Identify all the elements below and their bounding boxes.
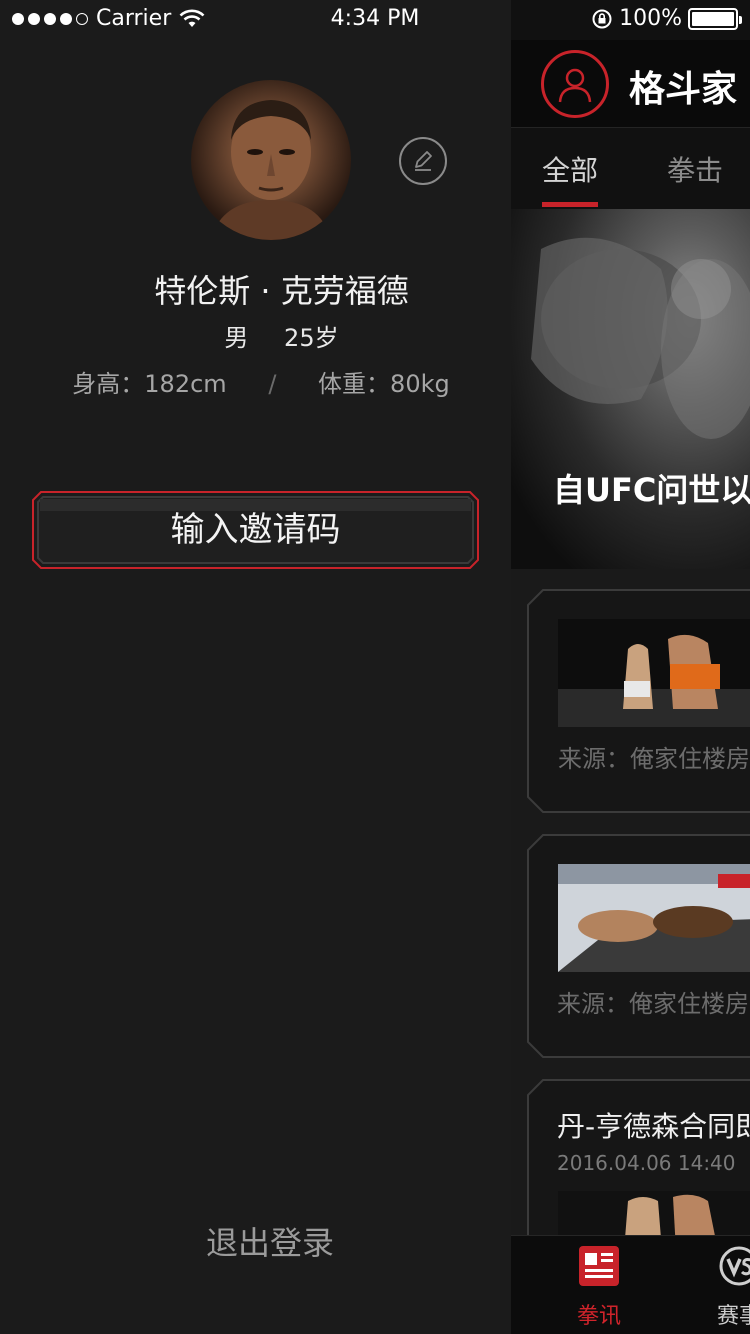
news-thumbnail — [558, 619, 750, 727]
bottom-tab-events[interactable]: 赛事 — [711, 1244, 750, 1330]
bottom-tab-news-label: 拳讯 — [576, 1304, 621, 1329]
measures-separator: / — [268, 370, 277, 398]
news-card[interactable]: 来源：俺家住楼房 — [527, 589, 750, 813]
profile-name: 特伦斯 · 克劳福德 — [154, 272, 409, 310]
hero-title: 自UFC问世以 — [553, 471, 750, 509]
profile-height: 身高：182cm — [72, 370, 227, 398]
news-source: 来源：俺家住楼房 — [558, 745, 750, 773]
status-bar: Carrier 4:34 PM 100% — [0, 0, 750, 40]
bottom-tab-bar: 拳讯 赛事 — [511, 1235, 750, 1334]
profile-gender-age: 男 25岁 — [0, 318, 563, 353]
profile-weight: 体重：80kg — [318, 370, 450, 398]
battery-icon — [688, 7, 742, 30]
news-list: 来源：俺家住楼房 来源：俺家住楼房 丹-亨德森合同即 2016.04.06 14… — [511, 569, 750, 1259]
news-source: 来源：俺家住楼房 — [557, 990, 749, 1018]
profile-gender: 男 — [224, 324, 249, 352]
battery-percent: 100% — [619, 6, 682, 31]
bottom-tab-events-label: 赛事 — [716, 1304, 750, 1329]
news-thumbnail — [558, 864, 750, 972]
pencil-icon — [415, 151, 432, 171]
news-title: 丹-亨德森合同即 — [557, 1110, 750, 1143]
news-card[interactable]: 来源：俺家住楼房 — [527, 834, 750, 1058]
main-content: 格斗家 全部 拳击 自UFC问世以 来源：俺家住楼房 来源：俺家住楼房 丹-亨德… — [511, 0, 750, 1334]
main-header: 格斗家 — [511, 40, 750, 128]
tab-active-indicator — [542, 202, 598, 207]
side-drawer: 特伦斯 · 克劳福德 男 25岁 身高：182cm / 体重：80kg 输入邀请… — [0, 0, 511, 1334]
news-date: 2016.04.06 14:40 — [557, 1151, 736, 1175]
category-tabs: 全部 拳击 — [511, 129, 750, 209]
profile-measures: 身高：182cm / 体重：80kg — [0, 364, 522, 399]
tab-boxing[interactable]: 拳击 — [667, 149, 723, 189]
user-icon[interactable] — [541, 50, 609, 118]
profile-age: 25岁 — [284, 324, 339, 352]
news-icon — [579, 1246, 619, 1286]
edit-profile-button[interactable] — [399, 137, 447, 185]
invite-code-label: 输入邀请码 — [170, 511, 341, 549]
rotation-lock-icon — [592, 9, 612, 28]
tab-all[interactable]: 全部 — [542, 149, 598, 189]
logout-button[interactable]: 退出登录 — [0, 1218, 540, 1264]
hero-image — [531, 237, 750, 439]
avatar[interactable] — [191, 80, 351, 240]
invite-code-button[interactable]: 输入邀请码 — [32, 491, 479, 569]
status-right: 100% — [591, 6, 742, 31]
app-title: 格斗家 — [629, 69, 738, 110]
news-card[interactable]: 丹-亨德森合同即 2016.04.06 14:40 — [527, 1079, 750, 1259]
bottom-tab-news[interactable]: 拳讯 — [571, 1244, 627, 1330]
hero-banner[interactable]: 自UFC问世以 — [511, 209, 750, 569]
vs-icon — [719, 1246, 750, 1286]
